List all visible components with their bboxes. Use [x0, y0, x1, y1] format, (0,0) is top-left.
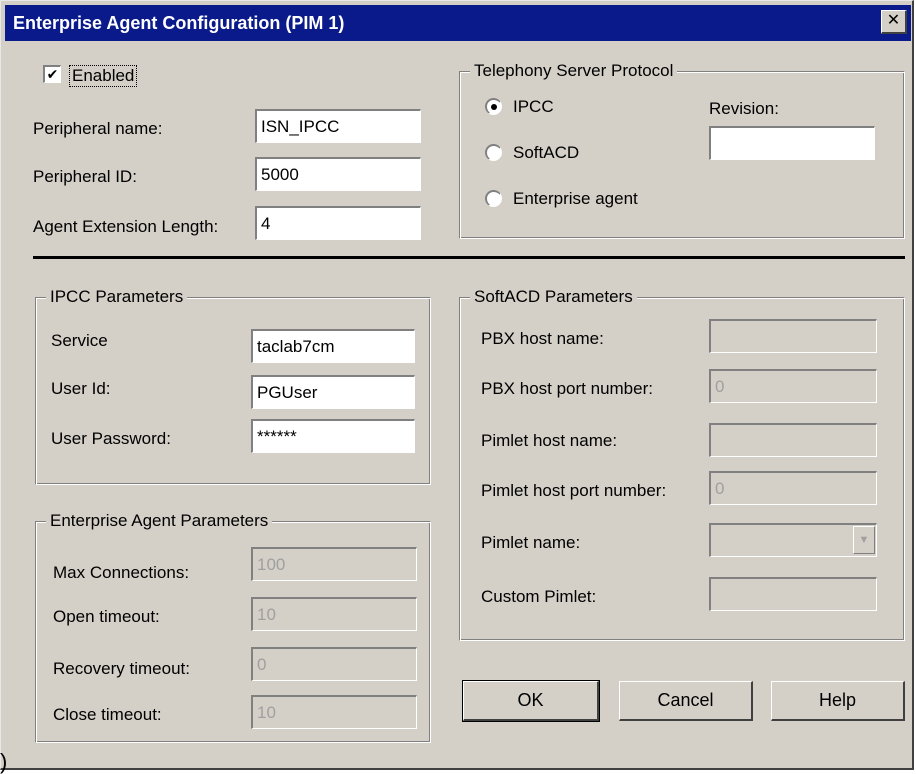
custom-pimlet-input[interactable] — [709, 577, 877, 611]
open-timeout-input[interactable]: 10 — [251, 597, 417, 631]
window-title: Enterprise Agent Configuration (PIM 1) — [13, 13, 345, 33]
radio-ipcc-label[interactable]: IPCC — [513, 97, 554, 117]
radio-softacd[interactable] — [485, 144, 502, 161]
help-button[interactable]: Help — [771, 681, 905, 721]
enterprise-agent-parameters-title: Enterprise Agent Parameters — [46, 511, 273, 531]
peripheral-name-label: Peripheral name: — [33, 119, 163, 138]
radio-ipcc[interactable] — [485, 98, 502, 115]
pimlet-host-name-input[interactable] — [709, 423, 877, 457]
radio-enterprise-agent[interactable] — [485, 190, 502, 207]
pimlet-name-label: Pimlet name: — [481, 533, 581, 552]
max-connections-label: Max Connections: — [53, 563, 190, 582]
separator-line — [33, 256, 905, 259]
ok-button[interactable]: OK — [462, 680, 600, 722]
close-icon[interactable]: ✕ — [881, 10, 907, 34]
pbx-host-name-input[interactable] — [709, 319, 877, 353]
radio-enterprise-agent-label[interactable]: Enterprise agent — [513, 189, 638, 209]
open-timeout-label: Open timeout: — [53, 607, 160, 626]
agent-extension-length-input[interactable]: 4 — [255, 206, 421, 240]
radio-softacd-label[interactable]: SoftACD — [513, 143, 579, 163]
close-timeout-input[interactable]: 10 — [251, 695, 417, 729]
pbx-host-port-input[interactable]: 0 — [709, 369, 877, 403]
peripheral-id-input[interactable]: 5000 — [255, 157, 421, 191]
softacd-parameters-title: SoftACD Parameters — [470, 287, 637, 307]
pbx-host-name-label: PBX host name: — [481, 329, 604, 348]
pimlet-host-port-label: Pimlet host port number: — [481, 481, 667, 500]
user-id-label: User Id: — [51, 379, 111, 398]
pimlet-name-select[interactable]: ▼ — [709, 523, 877, 557]
title-bar[interactable]: Enterprise Agent Configuration (PIM 1) ✕ — [5, 5, 911, 41]
telephony-protocol-title: Telephony Server Protocol — [470, 61, 678, 81]
config-dialog: Enterprise Agent Configuration (PIM 1) ✕… — [0, 0, 914, 770]
peripheral-name-input[interactable]: ISN_IPCC — [255, 109, 421, 143]
ipcc-parameters-title: IPCC Parameters — [46, 287, 188, 307]
revision-label: Revision: — [709, 99, 779, 118]
close-timeout-label: Close timeout: — [53, 705, 162, 724]
agent-extension-length-label: Agent Extension Length: — [33, 217, 219, 236]
enabled-checkbox[interactable]: ✔ — [43, 65, 61, 83]
recovery-timeout-input[interactable]: 0 — [251, 647, 417, 681]
user-id-input[interactable]: PGUser — [251, 375, 415, 409]
cancel-button[interactable]: Cancel — [619, 681, 753, 721]
enabled-label[interactable]: Enabled — [69, 65, 138, 87]
service-input[interactable]: taclab7cm — [251, 329, 415, 363]
revision-input[interactable] — [709, 126, 875, 160]
chevron-down-icon[interactable]: ▼ — [853, 526, 875, 554]
pimlet-host-port-input[interactable]: 0 — [709, 471, 877, 505]
pimlet-host-name-label: Pimlet host name: — [481, 431, 618, 450]
max-connections-input[interactable]: 100 — [251, 547, 417, 581]
custom-pimlet-label: Custom Pimlet: — [481, 587, 597, 606]
peripheral-id-label: Peripheral ID: — [33, 167, 137, 186]
pbx-host-port-label: PBX host port number: — [481, 379, 653, 398]
recovery-timeout-label: Recovery timeout: — [53, 659, 190, 678]
service-label: Service — [51, 331, 108, 350]
user-password-input[interactable]: ****** — [251, 419, 415, 453]
user-password-label: User Password: — [51, 429, 171, 448]
stray-glyph: ) — [0, 749, 8, 774]
